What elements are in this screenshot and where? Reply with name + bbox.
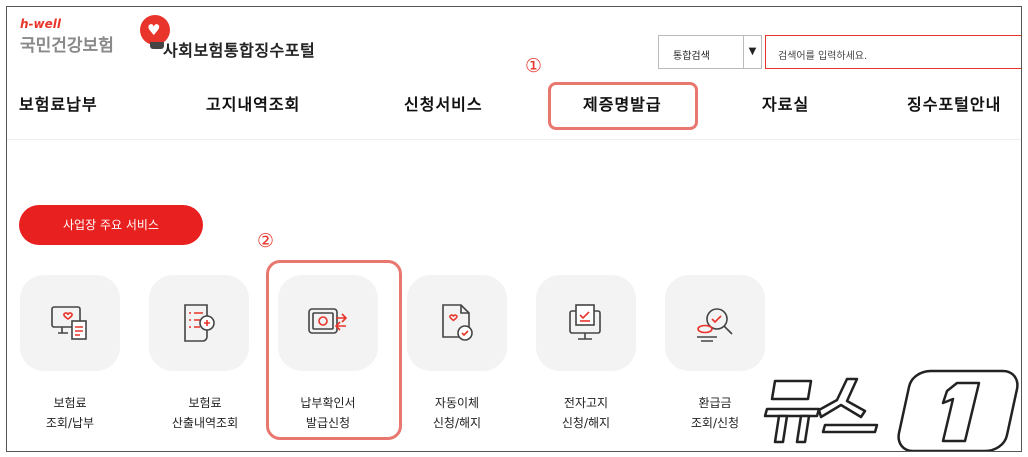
auto-transfer-icon xyxy=(442,304,473,341)
search-input[interactable]: 검색어를 입력하세요. xyxy=(765,35,1021,69)
service-label: 보험료 조회/납부 xyxy=(10,393,130,433)
news1-watermark-logo xyxy=(763,369,1019,451)
service-label-line: 산출내역조회 xyxy=(171,416,239,430)
nav-divider xyxy=(7,139,1021,140)
nhis-logo[interactable]: h-well 국민건강보험 ♥ xyxy=(20,15,170,56)
service-tile-e-notice[interactable] xyxy=(536,275,636,371)
portal-title[interactable]: 사회보험통합징수포털 xyxy=(163,37,315,61)
service-label-line: 전자고지 xyxy=(563,396,609,410)
annotation-step-2: ② xyxy=(257,230,275,252)
service-label-line: 납부확인서 xyxy=(300,396,356,410)
service-label-line: 조회/신청 xyxy=(690,416,740,430)
service-label: 환급금 조회/신청 xyxy=(655,393,775,433)
service-label-line: 조회/납부 xyxy=(45,416,95,430)
annotation-step-1: ① xyxy=(525,55,543,77)
logo-brand-main: 국민건강보험 xyxy=(20,36,114,56)
nav-item-application-service[interactable]: 신청서비스 xyxy=(404,91,483,115)
service-label-line: 환급금 xyxy=(698,396,732,410)
service-tile-auto-transfer[interactable] xyxy=(407,275,507,371)
service-tile-refund[interactable] xyxy=(665,275,765,371)
service-label-line: 자동이체 xyxy=(434,396,480,410)
service-label-line: 발급신청 xyxy=(305,416,351,430)
business-services-button[interactable]: 사업장 주요 서비스 xyxy=(19,205,203,245)
monitor-bill-icon xyxy=(51,306,87,340)
service-tile-premium-calculation[interactable] xyxy=(149,275,249,371)
nav-item-portal-guide[interactable]: 징수포털안내 xyxy=(907,91,1001,115)
e-notice-icon xyxy=(569,304,601,340)
service-label-line: 신청/해지 xyxy=(561,416,611,430)
service-label-line: 보험료 xyxy=(53,396,87,410)
calculation-list-icon xyxy=(184,304,215,342)
service-label: 보험료 산출내역조회 xyxy=(145,393,265,433)
logo-brand-small: h-well xyxy=(20,17,61,31)
nav-item-premium-payment[interactable]: 보험료납부 xyxy=(19,91,98,115)
nav-item-notice-history[interactable]: 고지내역조회 xyxy=(206,91,300,115)
nav-item-certificate-issue[interactable]: 제증명발급 xyxy=(583,91,662,115)
service-label: 자동이체 신청/해지 xyxy=(397,393,517,433)
service-label-line: 신청/해지 xyxy=(432,416,482,430)
search-scope-select[interactable]: 통합검색 ▼ xyxy=(658,35,762,69)
nav-item-archive[interactable]: 자료실 xyxy=(762,91,809,115)
search-scope-value: 통합검색 xyxy=(673,51,710,62)
service-label: 납부확인서 발급신청 xyxy=(268,393,388,433)
chevron-down-icon: ▼ xyxy=(743,36,761,68)
logo-stem xyxy=(150,42,164,49)
portal-page: h-well 국민건강보험 ♥ 사회보험통합징수포털 통합검색 ▼ 검색어를 입… xyxy=(6,6,1022,452)
service-tile-premium-payment[interactable] xyxy=(20,275,120,371)
service-label: 전자고지 신청/해지 xyxy=(526,393,646,433)
service-label-line: 보험료 xyxy=(188,396,222,410)
refund-search-icon xyxy=(697,308,733,342)
